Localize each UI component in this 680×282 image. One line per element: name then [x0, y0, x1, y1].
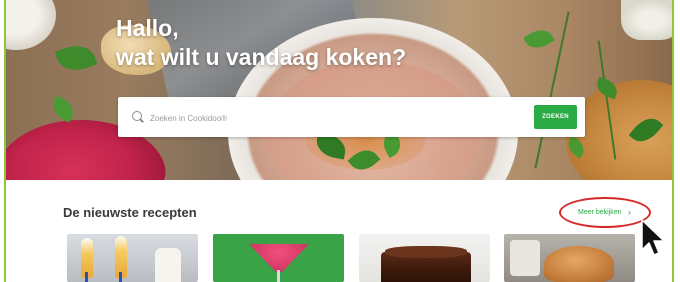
hero-glass-decoration: [621, 0, 672, 40]
search-button[interactable]: ZOEKEN: [534, 105, 577, 129]
section-title: De nieuwste recepten: [63, 205, 197, 220]
glass-stem-image: [119, 272, 122, 282]
hero-greeting-line1: Hallo,: [116, 15, 179, 41]
herb-leaf-decoration: [48, 95, 78, 123]
hero-banner: Hallo, wat wilt u vandaag koken? ZOEKEN: [6, 0, 672, 180]
glass-stem-image: [85, 272, 88, 282]
hero-greeting-line2: wat wilt u vandaag koken?: [116, 44, 407, 70]
herb-leaf-decoration: [54, 39, 98, 77]
cocktail-image: [249, 244, 309, 272]
hero-greeting: Hallo, wat wilt u vandaag koken?: [116, 14, 406, 72]
recipe-card[interactable]: [67, 234, 198, 282]
highlight-annotation: [559, 197, 651, 228]
pot-image: [510, 240, 540, 276]
recipe-card[interactable]: [359, 234, 490, 282]
herb-leaf-decoration: [523, 24, 555, 54]
search-input[interactable]: [148, 107, 512, 129]
hero-bowl-decoration: [6, 0, 56, 50]
bottle-image: [155, 248, 181, 282]
search-bar: ZOEKEN: [118, 97, 585, 137]
cocktail-stem-image: [277, 270, 280, 282]
search-icon: [132, 111, 142, 121]
mouse-pointer-icon: [641, 219, 665, 256]
recipe-card[interactable]: [504, 234, 635, 282]
cake-top-image: [385, 246, 467, 258]
recipe-card[interactable]: [213, 234, 344, 282]
page-frame: Hallo, wat wilt u vandaag koken? ZOEKEN …: [4, 0, 674, 282]
chicken-image: [544, 246, 614, 282]
